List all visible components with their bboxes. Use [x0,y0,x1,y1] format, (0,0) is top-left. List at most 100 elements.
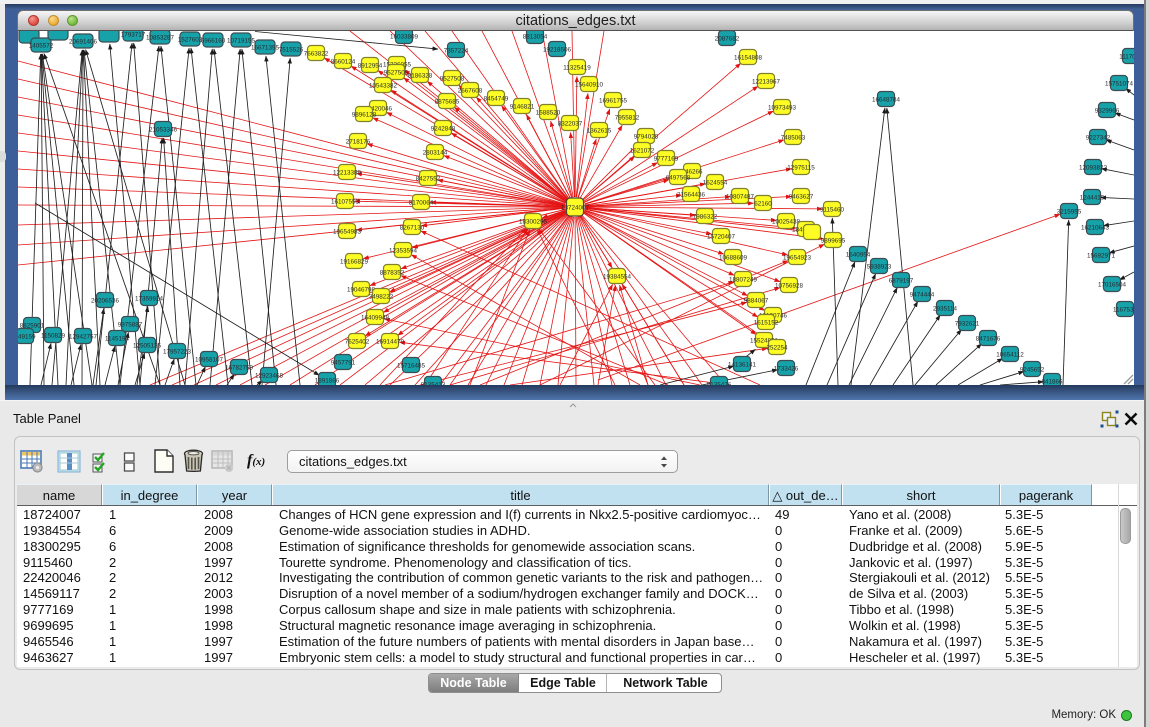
svg-text:17957223: 17957223 [163,348,192,355]
svg-text:9777169: 9777169 [654,155,679,162]
svg-text:2718176: 2718176 [346,138,371,145]
svg-text:2935114: 2935114 [933,305,958,312]
svg-text:1244415: 1244415 [1080,194,1105,201]
svg-text:16961755: 16961755 [599,97,628,104]
svg-text:62160: 62160 [754,200,772,207]
svg-text:21053346: 21053346 [149,126,178,133]
svg-text:12213389: 12213389 [333,169,362,176]
svg-text:9115460: 9115460 [820,206,845,213]
svg-text:9884067: 9884067 [744,297,769,304]
svg-text:1621072: 1621072 [630,147,655,154]
svg-text:8427552: 8427552 [416,175,441,182]
svg-text:6497568: 6497568 [666,174,691,181]
svg-text:12923468: 12923468 [255,372,284,379]
svg-text:8454749: 8454749 [484,95,509,102]
svg-text:15692971: 15692971 [1087,252,1116,259]
svg-text:10543382: 10543382 [369,82,398,89]
svg-text:10654112: 10654112 [996,351,1024,358]
svg-text:2667608: 2667608 [458,87,483,94]
svg-text:8875685: 8875685 [435,98,460,105]
svg-text:9794028: 9794028 [634,133,659,140]
svg-text:252254: 252254 [766,344,788,351]
svg-text:8660124: 8660124 [331,58,356,65]
svg-text:19654983: 19654983 [333,228,362,235]
svg-text:1117033: 1117033 [1119,53,1134,60]
svg-text:7932621: 7932621 [955,320,980,327]
svg-text:7515526: 7515526 [279,46,304,53]
svg-text:19654923: 19654923 [783,254,812,261]
svg-text:11325419: 11325419 [563,64,591,71]
svg-text:5938923: 5938923 [867,263,892,270]
svg-text:8471676: 8471676 [976,335,1001,342]
svg-text:8878352: 8878352 [380,269,405,276]
svg-text:12353594: 12353594 [389,247,418,254]
svg-text:1624554: 1624554 [703,179,728,186]
svg-text:9245652: 9245652 [1020,366,1045,373]
svg-text:9527508: 9527508 [440,75,465,82]
svg-text:14136141: 14136141 [728,361,757,368]
svg-text:20691406: 20691406 [69,38,98,45]
svg-text:9227342: 9227342 [1086,134,1111,141]
svg-text:15716485: 15716485 [397,362,426,369]
svg-text:9527506: 9527506 [384,69,409,76]
svg-text:1615152: 1615152 [754,319,779,326]
svg-text:19384554: 19384554 [603,273,632,280]
svg-text:8186328: 8186328 [408,72,433,79]
svg-text:9474444: 9474444 [910,291,935,298]
svg-text:18724007: 18724007 [561,204,590,211]
svg-text:7485063: 7485063 [781,134,806,141]
svg-text:16782759: 16782759 [225,364,254,371]
svg-text:841866: 841866 [1041,378,1063,385]
svg-text:19218506: 19218506 [543,46,572,53]
svg-text:7955812: 7955812 [615,114,640,121]
svg-text:15751074: 15751074 [1105,80,1134,87]
svg-text:9975887: 9975887 [118,321,143,328]
svg-text:1405572: 1405572 [29,42,54,49]
svg-text:949159: 949159 [18,333,36,340]
svg-text:12213967: 12213967 [752,78,781,85]
svg-text:10719155: 10719155 [227,37,256,44]
svg-text:1640954: 1640954 [846,251,871,258]
svg-text:9457791: 9457791 [331,359,356,366]
svg-text:12975115: 12975115 [787,164,815,171]
svg-text:8912954: 8912954 [358,62,383,69]
svg-text:7663822: 7663822 [304,50,329,57]
svg-text:3498222: 3498222 [369,293,394,300]
svg-text:12093822: 12093822 [1079,164,1108,171]
svg-text:15720407: 15720407 [707,233,736,240]
svg-text:1733426: 1733426 [774,365,799,372]
svg-text:9463627: 9463627 [789,193,814,200]
svg-text:17016504: 17016504 [1098,281,1127,288]
svg-text:1527602: 1527602 [178,36,203,43]
svg-text:9242848: 9242848 [431,125,456,132]
svg-text:8322037: 8322037 [558,120,583,127]
svg-text:20206536: 20206536 [91,297,120,304]
svg-text:10853287: 10853287 [146,34,175,41]
svg-text:9135413: 9135413 [421,381,446,385]
svg-text:1362615: 1362615 [587,127,612,134]
svg-text:9146821: 9146821 [510,103,535,110]
svg-text:6879197: 6879197 [889,277,914,284]
svg-text:1145194: 1145194 [105,335,130,342]
svg-text:10973493: 10973493 [768,104,797,111]
svg-text:9896128: 9896128 [352,111,377,118]
svg-text:2087682: 2087682 [715,35,740,42]
svg-text:6966160: 6966160 [201,37,226,44]
svg-text:7625402: 7625402 [345,338,370,345]
svg-text:1891866: 1891866 [315,377,340,384]
svg-text:8135426: 8135426 [707,381,732,385]
svg-text:17359924: 17359924 [135,295,164,302]
svg-text:10688609: 10688609 [719,254,748,261]
svg-text:19046798: 19046798 [347,286,376,293]
svg-text:8267130: 8267130 [400,224,425,231]
svg-text:1150829: 1150829 [41,332,66,339]
svg-text:1167533: 1167533 [1113,306,1134,313]
svg-text:12505135: 12505135 [133,342,162,349]
svg-text:16671355: 16671355 [251,44,280,51]
svg-text:10807487: 10807487 [726,193,755,200]
svg-text:1588520: 1588520 [536,109,561,116]
svg-text:16210643: 16210643 [1081,224,1110,231]
svg-text:12942757: 12942757 [69,333,98,340]
svg-text:7986322: 7986322 [693,213,718,220]
svg-text:7357224: 7357224 [444,47,469,54]
